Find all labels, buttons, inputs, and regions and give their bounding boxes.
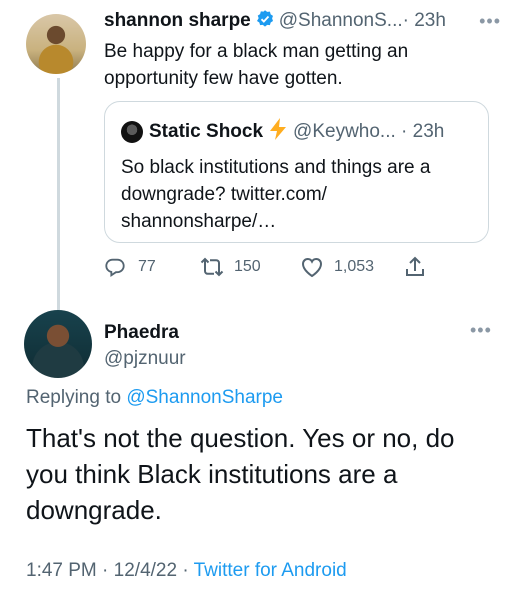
tweet-header: shannon sharpe @ShannonS...· 23h ••• — [104, 8, 501, 34]
share-icon — [406, 256, 424, 276]
reply-time[interactable]: 1:47 PM — [26, 560, 97, 581]
retweet-button[interactable]: 150 — [200, 252, 290, 282]
replying-to-link[interactable]: @ShannonSharpe — [126, 387, 283, 408]
separator-dot: · — [402, 10, 409, 31]
reply-icon — [105, 258, 125, 277]
reply-author-handle[interactable]: @pjznuur — [104, 346, 186, 372]
quoted-avatar — [121, 121, 143, 143]
reply-author-name[interactable]: Phaedra — [104, 320, 179, 346]
reply-text: That's not the question. Yes or no, do y… — [26, 423, 455, 525]
replying-to-line: Replying to @ShannonSharpe — [26, 385, 283, 411]
more-options-icon[interactable]: ••• — [479, 8, 501, 34]
quoted-tweet-card[interactable]: Static Shock @Keywho... · 23h So black in… — [104, 101, 489, 243]
thread-connector-line — [57, 78, 60, 310]
quoted-tweet-text: So black institutions and things are a d… — [121, 157, 431, 232]
retweet-count: 150 — [234, 258, 261, 275]
lightning-bolt-icon — [269, 118, 287, 148]
replying-to-prefix: Replying to — [26, 387, 127, 408]
heart-icon — [301, 257, 323, 278]
like-button[interactable]: 1,053 — [300, 252, 400, 282]
separator-dot: · — [102, 560, 109, 581]
reply-button[interactable]: 77 — [104, 252, 184, 282]
verified-badge-icon — [255, 9, 275, 37]
separator-dot: · — [401, 121, 408, 142]
quoted-author-name: Static Shock — [149, 121, 264, 142]
quoted-author-handle: @Keywho... — [293, 121, 396, 142]
reply-date[interactable]: 12/4/22 — [114, 560, 177, 581]
client-link[interactable]: Twitter for Android — [194, 560, 347, 581]
avatar[interactable] — [26, 14, 86, 74]
share-button[interactable] — [404, 252, 428, 282]
avatar[interactable] — [24, 310, 92, 378]
quoted-tweet-time: 23h — [412, 121, 445, 142]
like-count: 1,053 — [334, 258, 375, 275]
tweet-time[interactable]: 23h — [414, 10, 446, 31]
separator-dot: · — [182, 560, 189, 581]
more-options-icon[interactable]: ••• — [470, 320, 492, 341]
author-name[interactable]: shannon sharpe — [104, 10, 251, 31]
reply-count: 77 — [138, 258, 156, 275]
tweet-meta: 1:47 PM · 12/4/22 · Twitter for Android — [26, 558, 347, 584]
tweet-action-bar: 77 150 1,053 — [104, 252, 424, 282]
author-handle[interactable]: @ShannonS... — [279, 10, 403, 31]
retweet-icon — [200, 257, 224, 277]
quoted-tweet-header: Static Shock @Keywho... · 23h — [149, 118, 478, 144]
tweet-text: Be happy for a black man getting an oppo… — [104, 41, 409, 89]
